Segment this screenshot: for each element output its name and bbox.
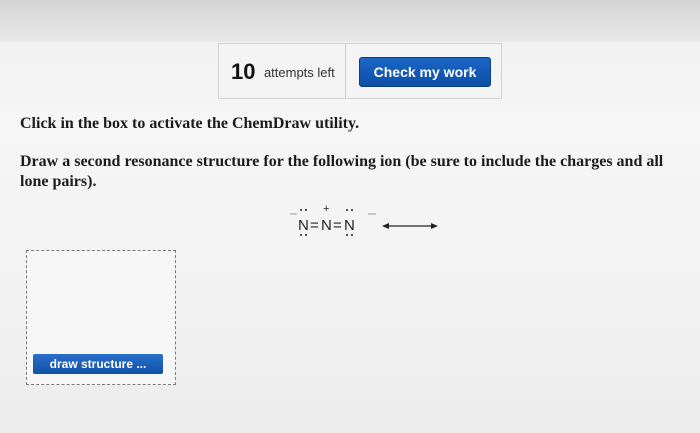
attempts-number: 10: [231, 59, 256, 84]
draw-structure-button[interactable]: draw structure ...: [33, 354, 163, 374]
azide-ion-structure: N = N = N +: [290, 203, 376, 236]
atom-n-left: N: [298, 217, 309, 234]
chemdraw-instruction: Click in the box to activate the ChemDra…: [20, 115, 360, 132]
toolbar-divider: [345, 44, 346, 98]
question-text: Draw a second resonance structure for th…: [20, 153, 664, 190]
attempts-counter: 10 attempts left: [231, 59, 335, 85]
bond-double-right: =: [333, 217, 342, 234]
atom-n-right: N: [344, 217, 355, 234]
attempts-label: attempts left: [263, 64, 335, 80]
bond-double-left: =: [310, 217, 319, 234]
top-strip: [0, 0, 700, 42]
check-my-work-button[interactable]: Check my work: [359, 57, 491, 87]
atom-n-center: N: [321, 217, 332, 234]
formal-charge-plus: +: [323, 203, 329, 215]
resonance-arrow-icon: [382, 223, 438, 229]
chemdraw-drawing-area[interactable]: draw structure ...: [26, 250, 176, 385]
assignment-toolbar: 10 attempts left Check my work: [218, 43, 502, 99]
